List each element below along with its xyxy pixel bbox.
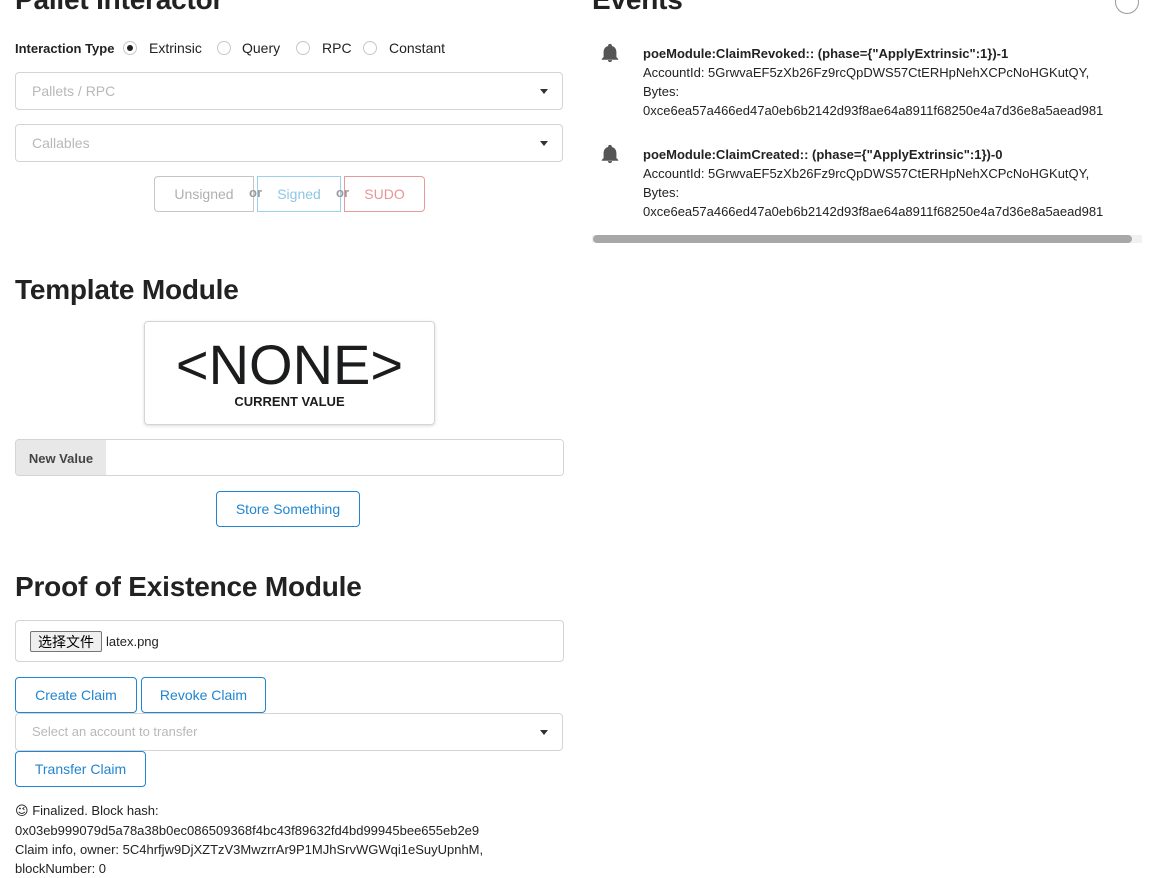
radio-rpc-label[interactable]: RPC bbox=[322, 40, 352, 56]
template-module-title: Template Module bbox=[15, 274, 239, 305]
events-title: Events bbox=[592, 0, 683, 16]
pallets-rpc-dropdown[interactable]: Pallets / RPC bbox=[15, 72, 563, 110]
radio-extrinsic[interactable] bbox=[123, 41, 137, 55]
signed-button[interactable]: Signed bbox=[257, 176, 341, 212]
event-1-bytes-label: Bytes: bbox=[643, 185, 680, 200]
event-1-bytes: 0xce6ea57a466ed47a0eb6b2142d93f8ae64a891… bbox=[643, 204, 1104, 219]
new-value-input-group: New Value bbox=[15, 439, 564, 476]
revoke-claim-label: Revoke Claim bbox=[159, 687, 248, 703]
current-value-label: CURRENT VALUE bbox=[234, 394, 345, 409]
sudo-button[interactable]: SUDO bbox=[344, 176, 425, 212]
sudo-button-label: SUDO bbox=[364, 186, 405, 202]
event-1-account: AccountId: 5GrwvaEF5zXb26Fz9rcQpDWS57CtE… bbox=[643, 166, 1090, 181]
scrollbar-thumb[interactable] bbox=[593, 235, 1132, 243]
file-input-container: 选择文件 latex.png bbox=[15, 620, 564, 662]
events-horizontal-scrollbar[interactable] bbox=[592, 235, 1142, 243]
file-name: latex.png bbox=[106, 634, 159, 649]
unsigned-button-label: Unsigned bbox=[174, 186, 234, 202]
pallet-interactor-title: Pallet Interactor bbox=[15, 0, 223, 16]
chevron-down-icon bbox=[540, 89, 548, 94]
event-1-title: poeModule:ClaimCreated:: (phase={"ApplyE… bbox=[643, 147, 1003, 162]
radio-constant-label[interactable]: Constant bbox=[389, 40, 445, 56]
store-something-button[interactable]: Store Something bbox=[216, 491, 360, 527]
callables-placeholder: Callables bbox=[32, 135, 90, 151]
new-value-field[interactable] bbox=[106, 440, 563, 475]
pallets-rpc-placeholder: Pallets / RPC bbox=[32, 83, 116, 99]
new-value-label: New Value bbox=[16, 440, 106, 475]
radio-query[interactable] bbox=[217, 41, 231, 55]
status-line-1: 😉 Finalized. Block hash: bbox=[15, 801, 575, 821]
signing-button-group: Unsigned or Signed or SUDO bbox=[154, 176, 425, 212]
interaction-type-label: Interaction Type bbox=[15, 41, 115, 56]
bell-icon bbox=[601, 43, 619, 63]
wink-emoji-icon: 😉 bbox=[15, 804, 29, 819]
radio-constant[interactable] bbox=[363, 41, 377, 55]
event-0-bytes-label: Bytes: bbox=[643, 84, 680, 99]
new-value-label-text: New Value bbox=[28, 451, 94, 466]
chevron-down-icon bbox=[540, 141, 548, 146]
transfer-account-dropdown[interactable]: Select an account to transfer bbox=[15, 713, 563, 751]
choose-file-label: 选择文件 bbox=[38, 634, 94, 651]
create-claim-button[interactable]: Create Claim bbox=[15, 677, 137, 713]
current-value-card: <NONE> CURRENT VALUE bbox=[144, 321, 435, 425]
radio-query-label[interactable]: Query bbox=[242, 40, 280, 56]
transfer-account-placeholder: Select an account to transfer bbox=[32, 724, 198, 739]
create-claim-label: Create Claim bbox=[35, 687, 117, 703]
poe-module-title: Proof of Existence Module bbox=[15, 571, 362, 602]
chevron-down-icon bbox=[540, 730, 548, 735]
event-0-title: poeModule:ClaimRevoked:: (phase={"ApplyE… bbox=[643, 46, 1009, 61]
status-block-number: blockNumber: 0 bbox=[15, 861, 107, 876]
status-message: 😉 Finalized. Block hash: 0x03eb999079d5a… bbox=[15, 801, 575, 878]
status-claim-owner: Claim info, owner: 5C4hrfjw9DjXZTzV3Mwzr… bbox=[15, 842, 484, 857]
event-0-account: AccountId: 5GrwvaEF5zXb26Fz9rcQpDWS57CtE… bbox=[643, 65, 1090, 80]
radio-extrinsic-label[interactable]: Extrinsic bbox=[149, 40, 202, 56]
choose-file-button[interactable]: 选择文件 bbox=[30, 631, 102, 652]
status-finalized-text: Finalized. Block hash: bbox=[32, 803, 159, 818]
transfer-claim-button[interactable]: Transfer Claim bbox=[15, 751, 146, 787]
signed-button-label: Signed bbox=[277, 186, 321, 202]
status-block-hash: 0x03eb999079d5a78a38b0ec086509368f4bc43f… bbox=[15, 823, 480, 838]
callables-dropdown[interactable]: Callables bbox=[15, 124, 563, 162]
revoke-claim-button[interactable]: Revoke Claim bbox=[141, 677, 266, 713]
store-something-label: Store Something bbox=[235, 501, 341, 517]
transfer-claim-label: Transfer Claim bbox=[34, 761, 127, 777]
unsigned-button[interactable]: Unsigned bbox=[154, 176, 254, 212]
event-0-bytes: 0xce6ea57a466ed47a0eb6b2142d93f8ae64a891… bbox=[643, 103, 1104, 118]
current-value: <NONE> bbox=[175, 333, 404, 396]
clear-events-icon[interactable] bbox=[1115, 0, 1139, 14]
bell-icon bbox=[601, 144, 619, 164]
radio-rpc[interactable] bbox=[296, 41, 310, 55]
